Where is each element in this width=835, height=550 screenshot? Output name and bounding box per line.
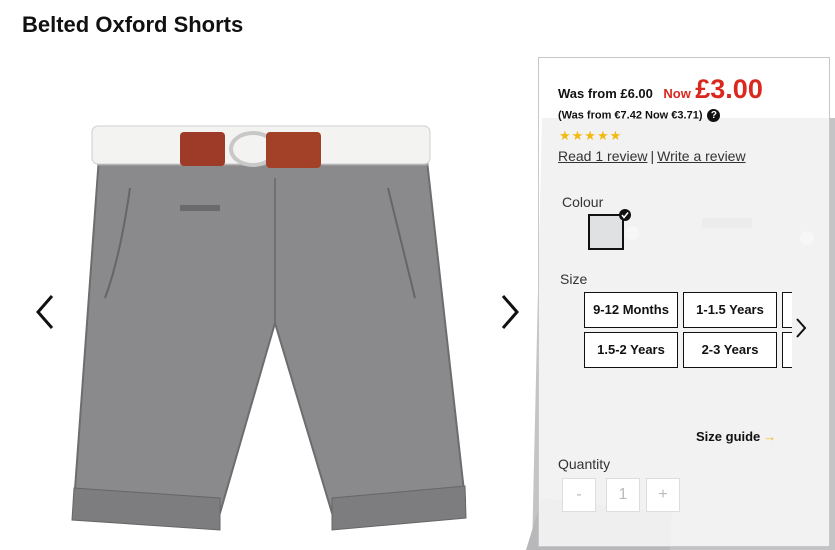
chevron-right-icon: [501, 295, 519, 329]
quantity-label: Quantity: [558, 456, 611, 472]
now-price: £3.00: [695, 74, 763, 104]
read-reviews-link[interactable]: Read 1 review: [558, 148, 648, 164]
euro-price: (Was from €7.42 Now €3.71)?: [558, 109, 721, 122]
size-option-2-3-years[interactable]: 2-3 Years: [683, 332, 777, 368]
next-image-button[interactable]: [495, 292, 525, 332]
price-row: Was from £6.00 Now £3.00: [558, 74, 763, 105]
size-guide-label: Size guide: [696, 429, 761, 444]
was-price: Was from £6.00: [558, 86, 653, 101]
quantity-increase-button[interactable]: +: [646, 478, 680, 512]
prev-image-button[interactable]: [30, 292, 60, 332]
star-rating: ★★★★★: [559, 128, 623, 143]
now-label: Now: [663, 86, 691, 101]
colour-label: Colour: [562, 194, 604, 210]
size-option-hidden-2[interactable]: [782, 332, 792, 368]
review-links: Read 1 review | Write a review: [558, 148, 746, 164]
quantity-input[interactable]: 1: [606, 478, 640, 512]
arrow-right-icon: →: [763, 429, 777, 444]
chevron-left-icon: [36, 295, 54, 329]
product-image: [71, 125, 467, 531]
purchase-panel: Was from £6.00 Now £3.00 (Was from €7.42…: [538, 57, 830, 547]
write-review-link[interactable]: Write a review: [657, 148, 745, 164]
review-separator: |: [650, 148, 655, 164]
size-option-1-1-5-years[interactable]: 1-1.5 Years: [683, 292, 777, 328]
quantity-decrease-button[interactable]: -: [562, 478, 596, 512]
chevron-right-icon: [796, 318, 807, 338]
question-circle-icon[interactable]: ?: [707, 109, 721, 122]
size-option-9-12-months[interactable]: 9-12 Months: [584, 292, 678, 328]
page-title: Belted Oxford Shorts: [22, 12, 244, 37]
size-option-1-5-2-years[interactable]: 1.5-2 Years: [584, 332, 678, 368]
size-guide-link[interactable]: Size guide →: [696, 429, 776, 444]
size-next-button[interactable]: [793, 316, 809, 340]
size-option-hidden[interactable]: [782, 292, 792, 328]
size-label: Size: [560, 271, 588, 287]
euro-price-text: (Was from €7.42 Now €3.71): [558, 109, 703, 122]
check-icon: [619, 209, 631, 221]
